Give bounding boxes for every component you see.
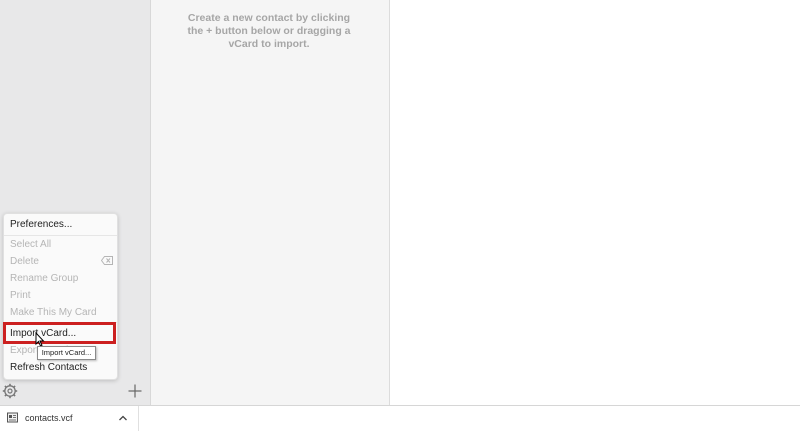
- contacts-list-pane: Create a new contact by clicking the + b…: [151, 0, 390, 405]
- download-file-name: contacts.vcf: [25, 413, 73, 423]
- menu-item-print[interactable]: Print: [10, 289, 31, 303]
- menu-item-preferences[interactable]: Preferences...: [10, 218, 72, 232]
- plus-icon[interactable]: [128, 384, 142, 398]
- menu-item-rename-group[interactable]: Rename Group: [10, 272, 78, 286]
- menu-separator: [4, 235, 117, 236]
- chevron-up-icon[interactable]: [118, 414, 128, 422]
- download-item[interactable]: contacts.vcf: [0, 406, 139, 431]
- menu-item-refresh-contacts[interactable]: Refresh Contacts: [10, 361, 87, 375]
- menu-item-delete[interactable]: Delete: [10, 255, 39, 269]
- tooltip: Import vCard...: [37, 346, 96, 360]
- menu-item-select-all[interactable]: Select All: [10, 238, 51, 252]
- import-vcard-highlight-box: [3, 322, 116, 344]
- gear-icon[interactable]: [2, 383, 18, 399]
- download-bar: contacts.vcf: [0, 405, 800, 431]
- menu-item-make-this-my-card[interactable]: Make This My Card: [10, 306, 97, 320]
- contact-detail-pane: [390, 0, 800, 405]
- delete-backspace-icon: [101, 256, 113, 265]
- file-icon: [7, 412, 18, 423]
- empty-list-message: Create a new contact by clicking the + b…: [187, 12, 351, 50]
